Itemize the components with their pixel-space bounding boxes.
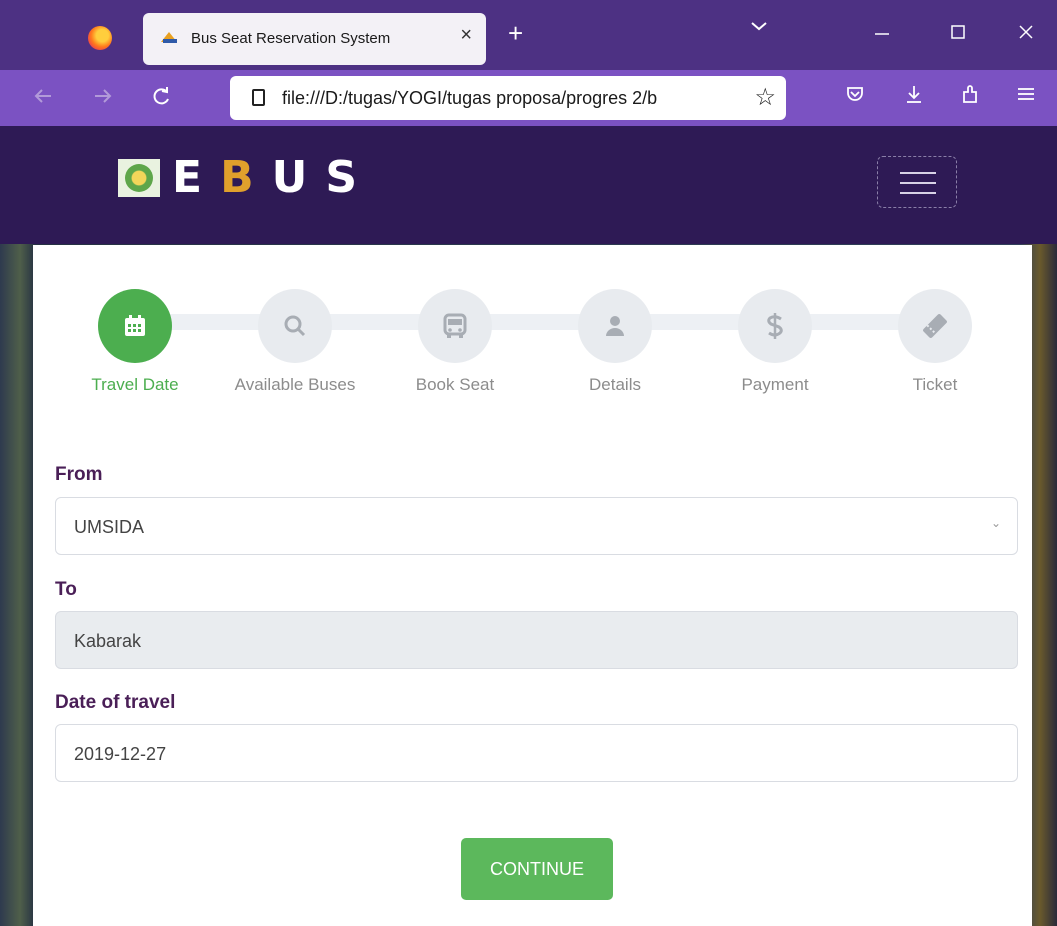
to-label: To [55, 579, 77, 600]
date-value: 2019-12-27 [74, 744, 167, 764]
date-label: Date of travel [55, 692, 176, 713]
to-value: Kabarak [74, 631, 142, 651]
step-circle [578, 289, 652, 363]
step-circle [98, 289, 172, 363]
minimize-icon[interactable] [873, 22, 891, 42]
step-ticket[interactable]: Ticket [855, 289, 1015, 395]
web-page: EBUS Travel Date Available Buses Book Se… [0, 126, 1057, 926]
reload-icon[interactable] [150, 85, 172, 107]
download-icon[interactable] [904, 84, 924, 104]
dollar-icon [767, 313, 783, 339]
from-value: UMSIDA [74, 517, 145, 537]
menu-icon[interactable] [1016, 84, 1036, 104]
step-details[interactable]: Details [535, 289, 695, 395]
logo-image[interactable] [118, 159, 160, 197]
hamburger-menu-button[interactable] [877, 156, 957, 208]
step-circle [898, 289, 972, 363]
address-bar[interactable]: file:///D:/tugas/YOGI/tugas proposa/prog… [230, 76, 786, 120]
step-circle [738, 289, 812, 363]
step-label: Ticket [912, 375, 958, 394]
chevron-down-icon: ⌄ [990, 516, 1001, 530]
hamburger-line [900, 182, 936, 184]
extensions-icon[interactable] [960, 84, 980, 104]
hamburger-line [900, 192, 936, 194]
step-label: Payment [741, 375, 809, 394]
continue-button[interactable]: CONTINUE [461, 838, 613, 900]
date-of-travel-input[interactable]: 2019-12-27 [55, 724, 1018, 782]
logo-letter: E [172, 152, 221, 203]
step-travel-date[interactable]: Travel Date [55, 289, 215, 395]
step-circle [258, 289, 332, 363]
step-label: Details [589, 375, 641, 394]
hamburger-line [900, 172, 936, 174]
calendar-icon [125, 315, 145, 336]
browser-tab[interactable]: Bus Seat Reservation System × [143, 13, 486, 65]
list-all-tabs-icon[interactable] [750, 20, 768, 32]
browser-nav-bar: file:///D:/tugas/YOGI/tugas proposa/prog… [0, 70, 1057, 126]
site-header: EBUS [0, 126, 1057, 244]
logo-letter-accent: B [220, 152, 272, 203]
back-arrow-icon[interactable] [32, 85, 54, 107]
pocket-icon[interactable] [845, 84, 865, 104]
new-tab-button[interactable]: + [508, 20, 523, 46]
logo-letter: U [271, 152, 326, 203]
user-icon [606, 316, 624, 336]
step-label: Book Seat [415, 375, 495, 394]
browser-tab-bar: Bus Seat Reservation System × + [0, 0, 1057, 70]
url-text[interactable]: file:///D:/tugas/YOGI/tugas proposa/prog… [282, 88, 732, 109]
bus-favicon-icon [161, 32, 177, 43]
to-field: Kabarak [55, 611, 1018, 669]
site-logo-text[interactable]: EBUS [172, 152, 375, 203]
step-label: Available Buses [234, 375, 356, 394]
reservation-card: Travel Date Available Buses Book Seat De… [33, 245, 1032, 926]
bus-icon [443, 313, 467, 338]
bookmark-star-icon[interactable]: ☆ [754, 83, 776, 112]
tab-title: Bus Seat Reservation System [191, 30, 391, 47]
step-payment[interactable]: Payment [695, 289, 855, 395]
step-circle [418, 289, 492, 363]
page-icon [252, 89, 265, 106]
step-available-buses[interactable]: Available Buses [215, 289, 375, 395]
forward-arrow-icon[interactable] [92, 85, 114, 107]
from-select[interactable]: UMSIDA ⌄ [55, 497, 1018, 555]
step-label: Travel Date [91, 375, 179, 394]
search-icon [284, 315, 306, 337]
ticket-icon [923, 314, 947, 338]
maximize-icon[interactable] [949, 22, 967, 42]
from-label: From [55, 464, 103, 485]
logo-letter: S [325, 152, 376, 203]
close-window-icon[interactable] [1017, 22, 1035, 42]
firefox-logo-icon[interactable] [88, 26, 112, 50]
step-book-seat[interactable]: Book Seat [375, 289, 535, 395]
tab-close-icon[interactable]: × [460, 24, 472, 47]
